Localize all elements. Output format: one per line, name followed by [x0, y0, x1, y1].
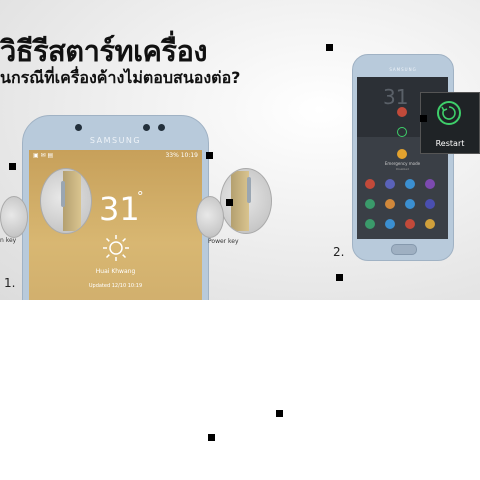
power-key-icon: [247, 177, 251, 203]
weather-updated: Updated 12/10 10:19: [88, 283, 143, 289]
side-key-magnifier-left: [40, 168, 92, 234]
left-key-label: n key: [0, 237, 17, 244]
marker: [206, 152, 213, 159]
phone-brand: SAMSUNG: [389, 67, 417, 72]
marker: [336, 274, 343, 281]
marker: [326, 44, 333, 51]
emergency-icon: [397, 149, 407, 159]
power-off-icon: [397, 107, 407, 117]
sensor-icon: [158, 124, 165, 131]
side-key-magnifier-left-outer: [0, 196, 28, 238]
restart-label: Restart: [435, 139, 465, 148]
step-number-2: 2.: [333, 245, 345, 259]
emergency-mode-label: Emergency mode: [384, 161, 421, 166]
restart-callout: Restart: [420, 92, 480, 154]
emergency-mode-sub: Disabled: [395, 167, 410, 171]
sun-icon: [103, 235, 129, 261]
status-icons-left: ▣ ✉ ▤: [33, 152, 54, 159]
marker: [9, 163, 16, 170]
marker: [208, 434, 215, 441]
restart-icon-small: [397, 127, 407, 137]
home-button: [391, 244, 417, 255]
restart-icon: [437, 101, 461, 125]
marker: [276, 410, 283, 417]
degree-symbol: °: [137, 190, 144, 205]
phone-illustration-step2: SAMSUNG 31 Emergency mode Disabled: [352, 54, 454, 261]
phone-brand: SAMSUNG: [89, 136, 142, 145]
weather-location: Huai Khwang: [95, 268, 136, 275]
page-subtitle: นกรณีที่เครื่องค้างไม่ตอบสนองต่อ?: [0, 68, 241, 87]
blank-area: [0, 300, 480, 480]
front-camera-icon: [75, 124, 82, 131]
temperature-value: 31: [99, 190, 140, 228]
instruction-banner: วิธีรีสตาร์ทเครื่อง นกรณีที่เครื่องค้างไ…: [0, 0, 480, 300]
power-key-magnifier-outer: [196, 196, 224, 238]
power-key-label: Power key: [208, 238, 239, 245]
marker: [226, 199, 233, 206]
marker: [420, 115, 427, 122]
volume-key-icon: [61, 181, 65, 207]
step-number-1: 1.: [4, 276, 16, 290]
status-bar-right: 33% 10:19: [165, 152, 198, 159]
sensor-icon: [143, 124, 150, 131]
